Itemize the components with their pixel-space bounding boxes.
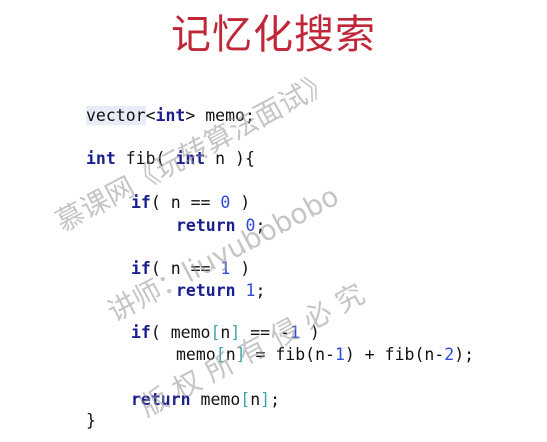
fib-signature: fib( (115, 149, 176, 168)
code-line-10: } (86, 410, 96, 432)
code-line-4: return 0; (176, 215, 265, 237)
condition: ( n == (150, 193, 221, 212)
param: n ){ (205, 149, 255, 168)
code-line-9: return memo[n]; (131, 389, 280, 411)
semicolon: ; (255, 281, 266, 300)
keyword-int: int (155, 106, 186, 125)
code-line-3: if( n == 0 ) (131, 192, 250, 214)
condition: ( memo (150, 323, 211, 342)
keyword-return: return (131, 390, 191, 409)
bracket-close: ] (260, 390, 271, 409)
bracket-open: [ (215, 345, 226, 364)
plus-call: ) + fib(n- (344, 345, 445, 364)
keyword-if: if (131, 259, 151, 278)
angle-open: < (145, 106, 156, 125)
number: 2 (444, 345, 455, 364)
keyword-int: int (86, 149, 116, 168)
comparison: == - (240, 323, 290, 342)
index: n (250, 390, 261, 409)
assignment: = fib(n- (245, 345, 335, 364)
semicolon: ; (255, 216, 266, 235)
number: 0 (220, 193, 231, 212)
keyword-if: if (131, 323, 151, 342)
vector-type: vector (86, 106, 146, 125)
index: n (220, 323, 231, 342)
keyword-return: return (176, 216, 236, 235)
keyword-return: return (176, 281, 236, 300)
keyword-int: int (175, 149, 206, 168)
paren-close: ) (230, 259, 251, 278)
code-line-5: if( n == 1 ) (131, 258, 250, 280)
index: n (225, 345, 236, 364)
bracket-close: ] (235, 345, 246, 364)
bracket-close: ] (230, 323, 241, 342)
memo-decl: memo; (195, 106, 255, 125)
code-block: vector<int> memo; int fib( int n ){ if( … (0, 0, 547, 442)
statement-end: ); (454, 345, 475, 364)
code-line-6: return 1; (176, 280, 265, 302)
keyword-if: if (131, 193, 151, 212)
angle-close: > (185, 106, 196, 125)
code-line-8: memo[n] = fib(n-1) + fib(n-2); (176, 344, 474, 366)
semicolon: ; (270, 390, 281, 409)
memo-ref: memo (190, 390, 241, 409)
paren-close: ) (230, 193, 251, 212)
number: 1 (289, 323, 300, 342)
bracket-open: [ (210, 323, 221, 342)
paren-close: ) (299, 323, 320, 342)
condition: ( n == (150, 259, 221, 278)
code-line-7: if( memo[n] == -1 ) (131, 322, 320, 344)
memo-ref: memo (176, 345, 216, 364)
number: 1 (245, 281, 256, 300)
number: 1 (220, 259, 231, 278)
number: 1 (334, 345, 345, 364)
bracket-open: [ (240, 390, 251, 409)
code-line-2: int fib( int n ){ (86, 148, 255, 170)
number: 0 (245, 216, 256, 235)
code-line-1: vector<int> memo; (86, 105, 255, 127)
closing-brace: } (86, 411, 96, 430)
